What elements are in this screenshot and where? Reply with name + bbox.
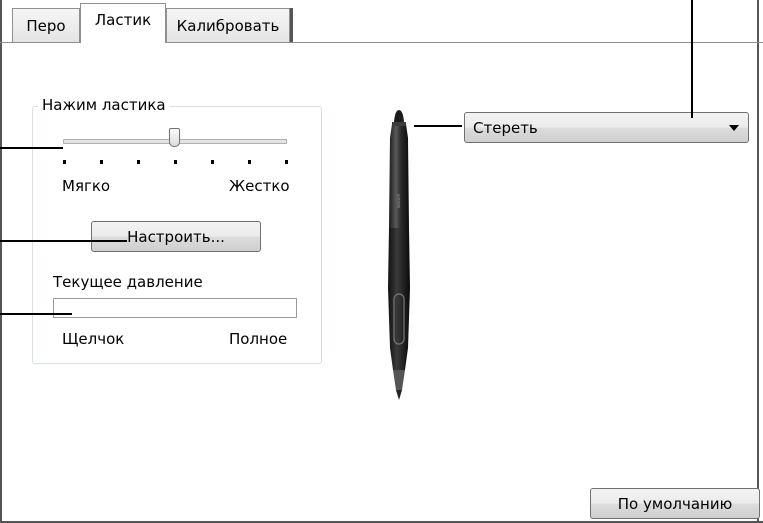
firm-label: Жестко <box>229 177 290 195</box>
eraser-feel-title: Нажим ластика <box>38 96 170 114</box>
eraser-function-dropdown[interactable]: Стереть <box>464 112 749 143</box>
chevron-down-icon <box>729 125 739 131</box>
tab-calibrate[interactable]: Калибровать <box>166 8 290 42</box>
callout-line-pressure <box>0 313 72 315</box>
callout-line-customize <box>0 240 127 242</box>
max-label: Полное <box>229 330 288 348</box>
tab-pen[interactable]: Перо <box>12 8 80 42</box>
customize-button[interactable]: Настроить... <box>91 221 261 252</box>
slider-tick <box>210 160 214 164</box>
customize-button-label: Настроить... <box>127 227 225 246</box>
current-pressure-label: Текущее давление <box>53 273 203 291</box>
tab-calibrate-label: Калибровать <box>176 16 280 35</box>
slider-tick <box>62 160 66 164</box>
default-button[interactable]: По умолчанию <box>590 488 760 519</box>
tab-edge-shadow <box>290 8 293 42</box>
svg-text:wacom: wacom <box>396 194 401 208</box>
slider-tick <box>173 160 177 164</box>
eraser-feel-slider-thumb[interactable] <box>168 128 180 147</box>
slider-tick <box>99 160 103 164</box>
panel-frame-right <box>757 0 759 523</box>
panel-frame-left <box>0 0 2 523</box>
tab-eraser-label: Ластик <box>94 11 152 29</box>
soft-label: Мягко <box>62 177 111 195</box>
callout-line-slider <box>0 147 63 149</box>
slider-tick <box>284 160 288 164</box>
click-label: Щелчок <box>62 330 125 348</box>
tab-eraser[interactable]: Ластик <box>80 3 166 43</box>
pen-illustration: wacom <box>388 110 410 400</box>
tab-pen-label: Перо <box>26 16 66 35</box>
slider-tick <box>136 160 140 164</box>
callout-line-dropdown <box>691 0 693 118</box>
slider-tick <box>247 160 251 164</box>
current-pressure-bar <box>53 298 297 318</box>
default-button-label: По умолчанию <box>617 494 733 513</box>
eraser-function-value: Стереть <box>473 118 538 137</box>
callout-line-pen-eraser <box>414 125 462 127</box>
